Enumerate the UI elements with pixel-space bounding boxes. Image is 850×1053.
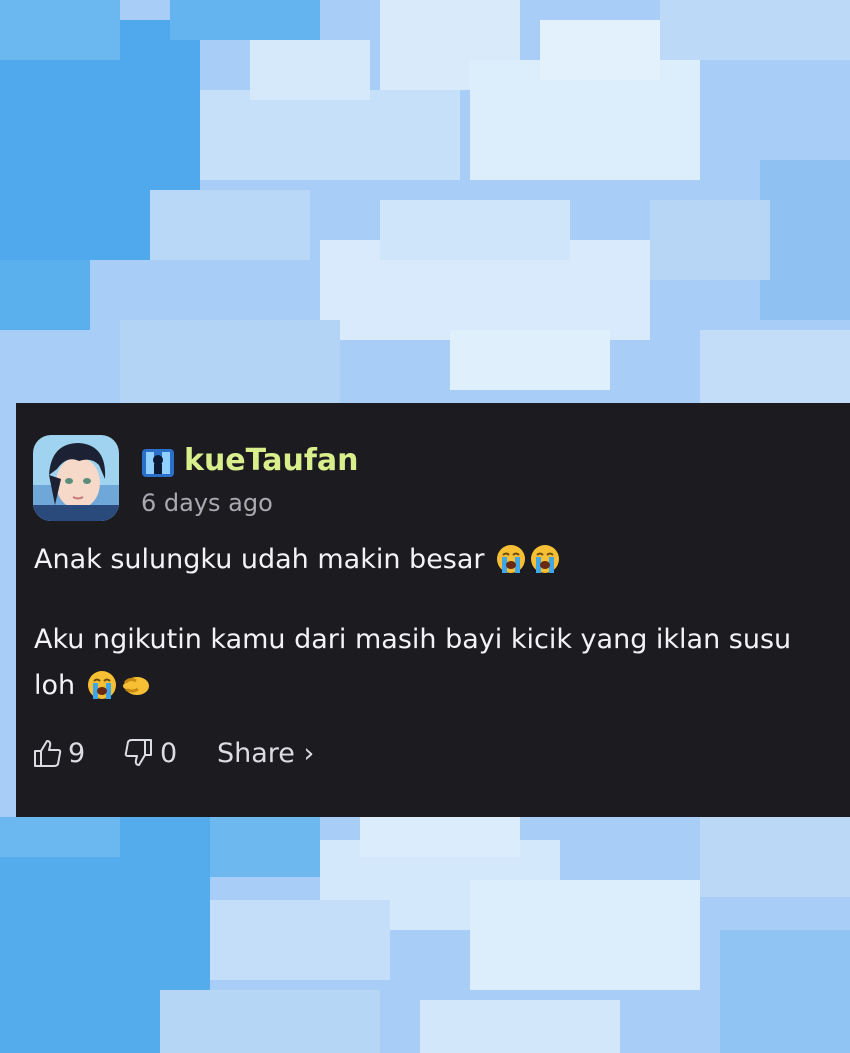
loudly-crying-face-icon bbox=[529, 543, 561, 588]
thumbs-up-icon bbox=[34, 740, 62, 767]
loudly-crying-face-icon bbox=[495, 543, 527, 588]
comment-paragraph-1: Anak sulungku udah makin besar bbox=[34, 539, 839, 588]
dislike-count: 0 bbox=[160, 737, 178, 769]
share-label: Share › bbox=[217, 737, 315, 769]
comment-text-2-line1: Aku ngikutin kamu dari masih bayi kicik … bbox=[34, 624, 792, 655]
share-button[interactable]: Share › bbox=[217, 731, 314, 775]
loudly-crying-face-icon bbox=[86, 669, 118, 714]
timestamp: 6 days ago bbox=[141, 489, 273, 517]
avatar[interactable] bbox=[33, 435, 119, 521]
like-button[interactable]: 9 bbox=[32, 731, 85, 775]
username[interactable]: kueTaufan bbox=[184, 443, 359, 478]
comment-text-1: Anak sulungku udah makin besar bbox=[34, 544, 485, 575]
thumbs-down-icon bbox=[124, 739, 152, 766]
comment-actions: 9 0 Share › bbox=[32, 731, 432, 775]
comment-text-2-line2: loh bbox=[34, 670, 76, 701]
user-badge-icon bbox=[141, 448, 175, 478]
comment-paragraph-2-line2: loh bbox=[34, 665, 839, 714]
dislike-button[interactable]: 0 bbox=[122, 731, 177, 775]
comment-card: kueTaufan 6 days ago Anak sulungku udah … bbox=[16, 403, 850, 817]
like-count: 9 bbox=[68, 737, 86, 769]
pinching-hand-icon bbox=[120, 669, 152, 714]
